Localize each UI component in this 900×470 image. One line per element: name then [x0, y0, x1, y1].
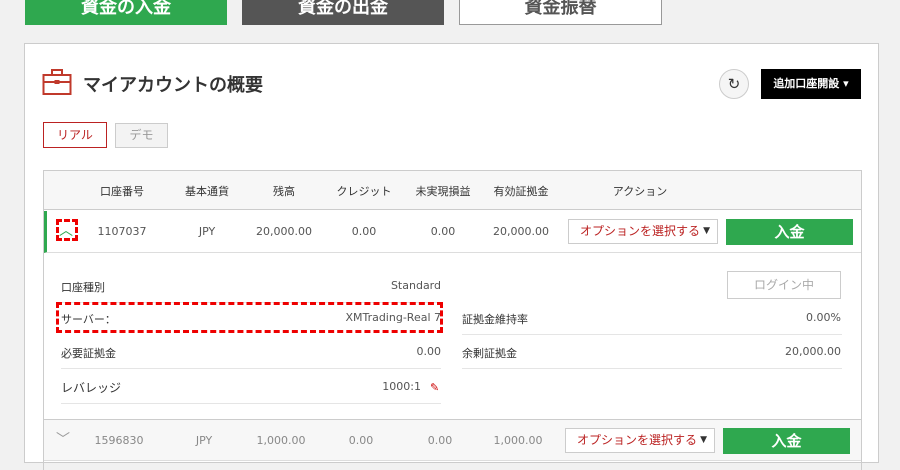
tab-real[interactable]: リアル [43, 122, 107, 148]
divider [462, 368, 842, 369]
withdraw-funds-button[interactable]: 資金の出金 [242, 0, 444, 25]
margin-level-value: 0.00% [806, 311, 841, 324]
header-credit: クレジット [336, 185, 392, 198]
account-overview-card: マイアカウントの概要 ↻ 追加口座開設 ▾ リアル デモ 口座番号 基本通貨 残… [24, 43, 879, 470]
accounts-table: 口座番号 基本通貨 残高 クレジット 未実現損益 有効証拠金 アクション ︿ 1… [43, 170, 862, 470]
unrealized-pnl: 0.00 [430, 225, 456, 238]
header-action: アクション [612, 185, 668, 198]
account-number: 1107037 [97, 225, 147, 238]
credit: 0.00 [348, 434, 374, 447]
leverage-label: レバレッジ [61, 381, 122, 395]
header-unrealized-pnl: 未実現損益 [415, 185, 471, 198]
currency: JPY [195, 434, 213, 447]
margin-level-label: 証拠金維持率 [462, 313, 528, 326]
unrealized-pnl: 0.00 [427, 434, 453, 447]
divider [462, 334, 842, 335]
header-balance: 残高 [273, 185, 295, 198]
header-currency: 基本通貨 [185, 185, 229, 198]
account-number: 1596830 [94, 434, 144, 447]
caret-down-icon: ▾ [843, 77, 849, 90]
briefcase-icon [42, 69, 72, 95]
header-account-number: 口座番号 [100, 185, 144, 198]
credit: 0.00 [351, 225, 377, 238]
account-type-label: 口座種別 [61, 281, 105, 294]
balance: 1,000.00 [256, 434, 306, 447]
account-type-value: Standard [390, 279, 441, 292]
divider [61, 403, 441, 404]
equity: 1,000.00 [493, 434, 543, 447]
table-row: ﹀ 1596830 JPY 1,000.00 0.00 0.00 1,000.0… [44, 419, 861, 461]
table-row: ︿ 1107037 JPY 20,000.00 0.00 0.00 20,000… [44, 211, 861, 253]
action-select[interactable]: オプションを選択する ▼ [568, 219, 718, 244]
pencil-icon[interactable]: ✎ [430, 381, 439, 394]
highlight-box [56, 302, 443, 333]
tab-demo[interactable]: デモ [115, 123, 168, 148]
free-margin-label: 余剰証拠金 [462, 347, 517, 360]
refresh-icon[interactable]: ↻ [719, 69, 749, 99]
action-select-label: オプションを選択する [580, 224, 701, 238]
leverage-value: 1000:1 [382, 380, 421, 393]
caret-down-icon: ▼ [703, 226, 710, 236]
deposit-button[interactable]: 入金 [726, 219, 853, 245]
page-title: マイアカウントの概要 [83, 75, 263, 96]
transfer-funds-button[interactable]: 資金振替 [459, 0, 662, 25]
equity: 20,000.00 [493, 225, 549, 238]
currency: JPY [198, 225, 216, 238]
header-equity: 有効証拠金 [493, 185, 549, 198]
table-header: 口座番号 基本通貨 残高 クレジット 未実現損益 有効証拠金 アクション [44, 171, 861, 210]
account-details: 口座種別 Standard ログイン中 サーバー： XMTrading-Real… [44, 254, 861, 419]
add-account-button[interactable]: 追加口座開設 ▾ [761, 69, 861, 99]
action-select[interactable]: オプションを選択する ▼ [565, 428, 715, 453]
deposit-button[interactable]: 入金 [723, 428, 850, 454]
deposit-funds-button[interactable]: 資金の入金 [25, 0, 227, 25]
required-margin-label: 必要証拠金 [61, 347, 116, 360]
caret-down-icon: ▼ [700, 435, 707, 445]
highlight-box [56, 219, 78, 241]
balance: 20,000.00 [256, 225, 312, 238]
add-account-label: 追加口座開設 [773, 77, 840, 90]
divider [61, 368, 441, 369]
top-buttons: 資金の入金 資金の出金 資金振替 [0, 0, 900, 26]
free-margin-value: 20,000.00 [785, 345, 841, 358]
required-margin-value: 0.00 [416, 345, 442, 358]
login-button[interactable]: ログイン中 [727, 271, 841, 299]
